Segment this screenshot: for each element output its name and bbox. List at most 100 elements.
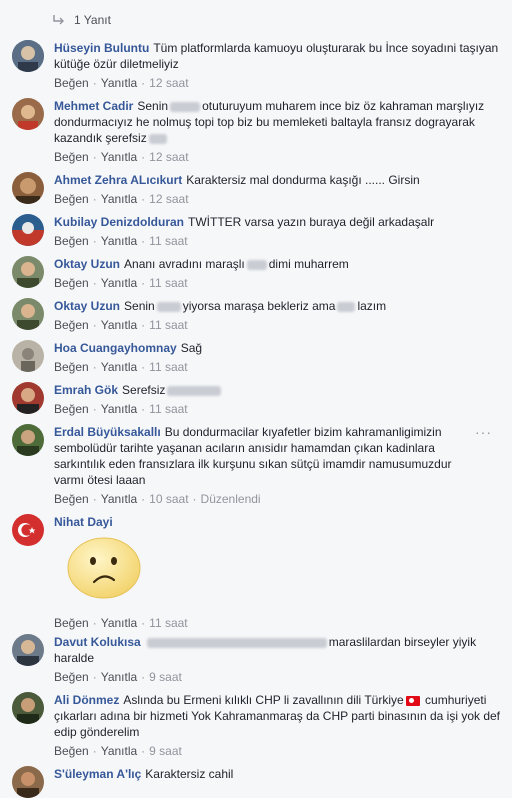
comment-author[interactable]: Erdal Büyüksakallı: [54, 425, 161, 439]
view-replies-link[interactable]: 1 Yanıt: [52, 12, 111, 28]
comment-actions: Beğen · Yanıtla · 11 saat: [54, 275, 502, 291]
avatar[interactable]: [12, 634, 44, 666]
separator: ·: [92, 744, 97, 758]
reply-button[interactable]: Yanıtla: [101, 616, 137, 630]
avatar[interactable]: [12, 98, 44, 130]
avatar[interactable]: [12, 514, 44, 546]
censored-word: [170, 101, 201, 112]
censored-word: [337, 301, 356, 312]
avatar[interactable]: [12, 298, 44, 330]
separator: ·: [92, 360, 97, 374]
comment-author[interactable]: Kubilay Denizdolduran: [54, 215, 184, 229]
comment-author[interactable]: S'üleyman A'lıç: [54, 767, 141, 781]
timestamp[interactable]: 11 saat: [149, 616, 187, 630]
like-button[interactable]: Beğen: [54, 360, 89, 374]
avatar[interactable]: [12, 766, 44, 798]
separator: ·: [92, 234, 97, 248]
like-button[interactable]: Beğen: [54, 318, 89, 332]
avatar[interactable]: [12, 340, 44, 372]
comment-author[interactable]: Ahmet Zehra ALıcıkurt: [54, 173, 182, 187]
reply-button[interactable]: Yanıtla: [101, 402, 137, 416]
comment-author[interactable]: Davut Kolukısa: [54, 635, 141, 649]
like-button[interactable]: Beğen: [54, 402, 89, 416]
like-button[interactable]: Beğen: [54, 276, 89, 290]
timestamp[interactable]: 11 saat: [149, 318, 187, 332]
like-button[interactable]: Beğen: [54, 76, 89, 90]
comment-actions: Beğen · Yanıtla · 12 saat: [54, 149, 502, 165]
reply-button[interactable]: Yanıtla: [101, 670, 137, 684]
separator: ·: [92, 670, 97, 684]
like-button[interactable]: Beğen: [54, 670, 89, 684]
comment-author[interactable]: Hoa Cuangayhomnay: [54, 341, 177, 355]
comment-actions: Beğen · Yanıtla · 11 saat: [54, 317, 502, 333]
like-button[interactable]: Beğen: [54, 492, 89, 506]
like-button[interactable]: Beğen: [54, 192, 89, 206]
timestamp[interactable]: 11 saat: [149, 360, 187, 374]
reply-button[interactable]: Yanıtla: [101, 150, 137, 164]
reply-button[interactable]: Yanıtla: [101, 318, 137, 332]
separator: ·: [141, 76, 146, 90]
avatar[interactable]: [12, 172, 44, 204]
edited-label[interactable]: Düzenlendi: [201, 492, 261, 506]
timestamp[interactable]: 12 saat: [149, 192, 188, 206]
turkey-flag-icon: [405, 695, 420, 706]
avatar-image: [12, 40, 44, 72]
comment-actions: Beğen · Yanıtla · 11 saat: [54, 615, 188, 631]
like-button[interactable]: Beğen: [54, 744, 89, 758]
like-button[interactable]: Beğen: [54, 150, 89, 164]
timestamp[interactable]: 11 saat: [149, 402, 187, 416]
comment-text: Senin: [137, 99, 169, 113]
separator: ·: [141, 616, 146, 630]
avatar[interactable]: [12, 256, 44, 288]
comment-text: yiyorsa maraşa bekleriz ama: [182, 299, 336, 313]
separator: ·: [141, 234, 146, 248]
comment-author[interactable]: Oktay Uzun: [54, 299, 120, 313]
avatar-image: [12, 692, 44, 724]
avatar[interactable]: [12, 692, 44, 724]
separator: ·: [141, 150, 146, 164]
sad-face-sticker: [67, 537, 141, 599]
timestamp[interactable]: 10 saat: [149, 492, 188, 506]
like-button[interactable]: Beğen: [54, 234, 89, 248]
comment-author[interactable]: Ali Dönmez: [54, 693, 119, 707]
avatar-image: [12, 514, 44, 546]
separator: ·: [92, 492, 97, 506]
timestamp[interactable]: 11 saat: [149, 276, 187, 290]
reply-button[interactable]: Yanıtla: [101, 360, 137, 374]
reply-button[interactable]: Yanıtla: [101, 276, 137, 290]
timestamp[interactable]: 12 saat: [149, 150, 188, 164]
separator: ·: [141, 744, 146, 758]
comment-actions: Beğen · Yanıtla · 10 saat · Düzenlendi: [54, 491, 502, 507]
like-button[interactable]: Beğen: [54, 616, 89, 630]
comment-author[interactable]: Nihat Dayi: [54, 515, 113, 529]
timestamp[interactable]: 9 saat: [149, 744, 182, 758]
separator: ·: [141, 318, 146, 332]
comment-thread: 1 Yanıt Hüseyin Buluntu Tüm platformlarda…: [0, 0, 512, 798]
reply-button[interactable]: Yanıtla: [101, 744, 137, 758]
timestamp[interactable]: 12 saat: [149, 76, 188, 90]
separator: ·: [92, 616, 97, 630]
comment-author[interactable]: Hüseyin Buluntu: [54, 41, 149, 55]
separator: ·: [141, 402, 146, 416]
reply-button[interactable]: Yanıtla: [101, 76, 137, 90]
reply-count[interactable]: 1 Yanıt: [74, 13, 111, 27]
comment-actions: Beğen · Yanıtla · 11 saat: [54, 401, 502, 417]
separator: ·: [92, 150, 97, 164]
comment-actions: Beğen · Yanıtla · 12 saat: [54, 191, 502, 207]
timestamp[interactable]: 9 saat: [149, 670, 182, 684]
reply-button[interactable]: Yanıtla: [101, 234, 137, 248]
reply-button[interactable]: Yanıtla: [101, 192, 137, 206]
avatar[interactable]: [12, 424, 44, 456]
avatar[interactable]: [12, 214, 44, 246]
separator: ·: [141, 670, 146, 684]
reply-button[interactable]: Yanıtla: [101, 492, 137, 506]
comment-actions: Beğen · Yanıtla · 9 saat: [54, 669, 502, 685]
comment-author[interactable]: Emrah Gök: [54, 383, 118, 397]
avatar[interactable]: [12, 382, 44, 414]
comment-author[interactable]: Mehmet Cadir: [54, 99, 133, 113]
comment-actions: Beğen · Yanıtla · 12 saat: [54, 75, 502, 91]
timestamp[interactable]: 11 saat: [149, 234, 187, 248]
avatar[interactable]: [12, 40, 44, 72]
censored-text: [146, 637, 327, 648]
comment-author[interactable]: Oktay Uzun: [54, 257, 120, 271]
